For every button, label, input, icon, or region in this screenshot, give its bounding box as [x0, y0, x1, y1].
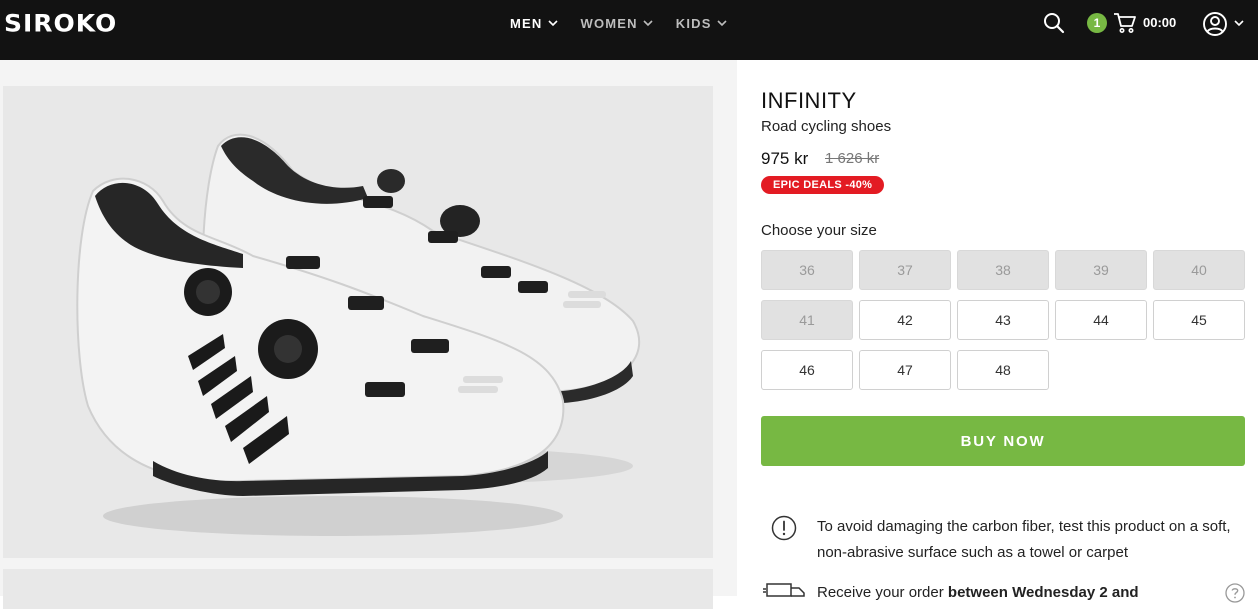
nav-kids-label: KIDS	[675, 15, 712, 31]
size-option-48[interactable]: 48	[957, 350, 1049, 390]
size-option-46[interactable]: 46	[761, 350, 853, 390]
buy-now-button[interactable]: BUY NOW	[761, 416, 1245, 466]
size-option-37[interactable]: 37	[859, 250, 951, 290]
size-label: Choose your size	[761, 222, 877, 239]
nav-men-label: MEN	[510, 15, 543, 31]
size-option-44[interactable]: 44	[1055, 300, 1147, 340]
size-option-41[interactable]: 41	[761, 300, 853, 340]
user-icon[interactable]	[1202, 11, 1228, 37]
product-title: INFINITY	[761, 88, 857, 113]
cycling-shoes-illustration	[76, 133, 640, 536]
main-nav: MEN WOMEN KIDS	[510, 14, 750, 32]
nav-men[interactable]: MEN	[510, 14, 559, 32]
nav-women-label: WOMEN	[580, 15, 638, 31]
product-image[interactable]	[3, 86, 713, 558]
size-option-36[interactable]: 36	[761, 250, 853, 290]
question-icon[interactable]	[1225, 583, 1245, 603]
delivery-date-range: between Wednesday 2 and	[947, 584, 1139, 601]
delivery-estimate: Receive your order between Wednesday 2 a…	[817, 584, 1139, 601]
product-image-secondary[interactable]	[3, 569, 713, 609]
original-price: 1 626 kr	[825, 150, 880, 167]
size-option-42[interactable]: 42	[859, 300, 951, 340]
size-option-47[interactable]: 47	[859, 350, 951, 390]
chevron-down-icon	[643, 20, 653, 27]
top-navigation-bar: SIROKO MEN WOMEN KIDS 1 00:00	[0, 0, 1258, 60]
deal-badge: EPIC DEALS -40%	[761, 176, 885, 194]
size-option-38[interactable]: 38	[957, 250, 1049, 290]
chevron-down-icon	[717, 20, 727, 27]
carbon-fiber-warning: To avoid damaging the carbon fiber, test…	[817, 518, 1231, 561]
product-gallery	[0, 60, 737, 609]
current-price: 975 kr	[761, 149, 809, 168]
nav-kids[interactable]: KIDS	[676, 14, 728, 32]
siroko-logo[interactable]: SIROKO	[4, 10, 117, 38]
size-option-45[interactable]: 45	[1153, 300, 1245, 340]
search-icon[interactable]	[1043, 12, 1065, 34]
chevron-down-icon[interactable]	[1233, 17, 1245, 29]
product-subtitle: Road cycling shoes	[761, 118, 892, 135]
delivery-prefix: Receive your order	[817, 584, 948, 601]
cart-timer: 00:00	[1143, 15, 1177, 30]
delivery-truck-icon	[763, 583, 805, 597]
size-option-40[interactable]: 40	[1153, 250, 1245, 290]
size-option-39[interactable]: 39	[1055, 250, 1147, 290]
cart-count-badge: 1	[1087, 13, 1107, 33]
cart-icon[interactable]	[1113, 11, 1137, 35]
info-exclamation-icon	[771, 515, 797, 541]
chevron-down-icon	[547, 20, 558, 27]
nav-women[interactable]: WOMEN	[581, 14, 654, 32]
size-option-43[interactable]: 43	[957, 300, 1049, 340]
